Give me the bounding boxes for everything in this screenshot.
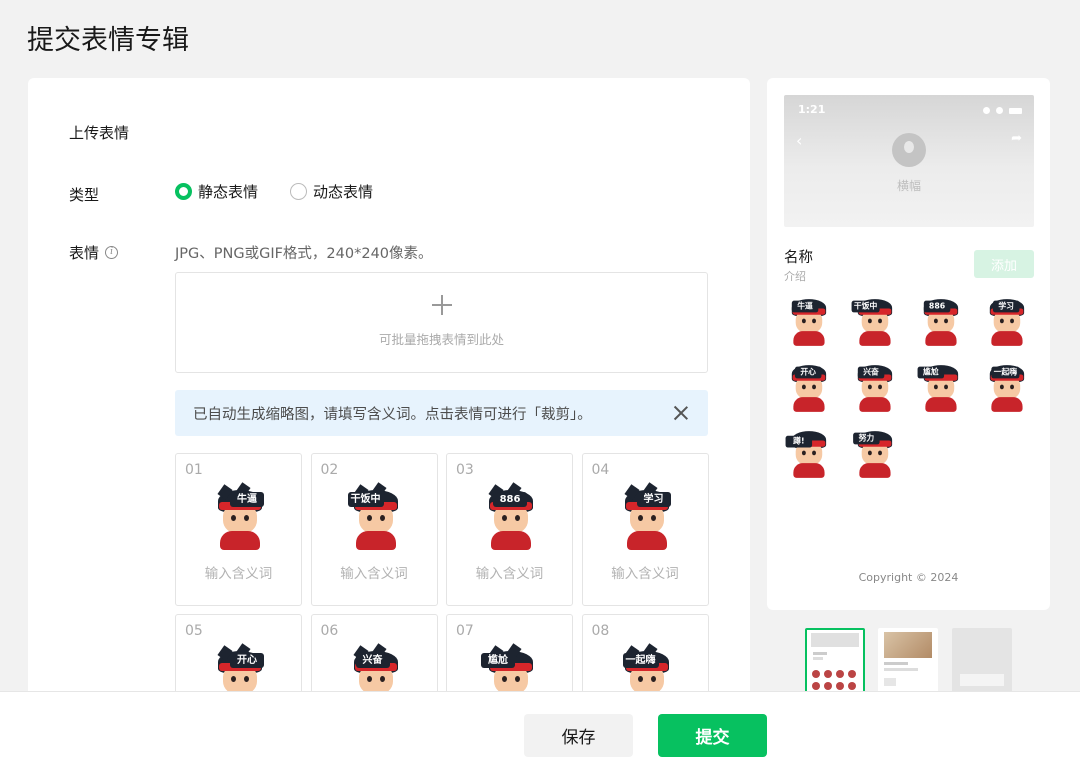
- preview-sticker-caption: 开心: [794, 366, 822, 379]
- battery-icon: [1009, 107, 1022, 114]
- preview-sticker: 开心: [784, 362, 834, 412]
- sticker-image[interactable]: 干饭中: [344, 482, 408, 550]
- sticker-caption: 牛逼: [230, 492, 264, 507]
- preview-sticker-caption: 886: [923, 300, 951, 313]
- preview-sticker: 兴奋: [850, 362, 900, 412]
- sticker-cell[interactable]: 01 牛逼: [175, 453, 302, 606]
- plus-icon: [432, 295, 452, 315]
- submit-button[interactable]: 提交: [658, 714, 767, 757]
- radio-animated[interactable]: 动态表情: [290, 181, 373, 202]
- meaning-input[interactable]: [186, 566, 291, 582]
- sticker-number: 06: [320, 623, 339, 639]
- preview-sticker-caption: 一起嗨: [991, 366, 1020, 379]
- upload-dropzone[interactable]: 可批量拖拽表情到此处: [175, 272, 708, 373]
- sticker-label-row: 表情 i: [69, 242, 119, 263]
- meaning-input[interactable]: [321, 566, 427, 582]
- share-icon: ➦: [1011, 131, 1022, 146]
- save-button[interactable]: 保存: [524, 714, 633, 757]
- sticker-number: 04: [591, 462, 610, 478]
- radio-static-dot[interactable]: [175, 183, 192, 200]
- preview-sticker: 学习: [982, 296, 1032, 346]
- sticker-number: 01: [185, 462, 203, 478]
- sticker-number: 05: [185, 623, 203, 639]
- page-title: 提交表情专辑: [27, 25, 189, 56]
- phone-time: 1:21: [798, 103, 826, 116]
- preview-sticker: 牛逼: [784, 296, 834, 346]
- bottom-action-bar: 保存 提交: [0, 691, 1080, 774]
- wifi-icon: [996, 107, 1003, 114]
- sticker-grid: 01 牛逼 02 干饭中 03: [175, 453, 709, 718]
- preview-intro: 介绍: [784, 270, 806, 283]
- close-icon[interactable]: [674, 406, 688, 420]
- dropzone-hint: 可批量拖拽表情到此处: [378, 332, 504, 347]
- banner-label: 横幅: [896, 179, 921, 193]
- type-label: 类型: [69, 186, 100, 204]
- sticker-label: 表情: [69, 244, 100, 262]
- sticker-number: 03: [456, 462, 474, 478]
- radio-static[interactable]: 静态表情: [175, 181, 258, 202]
- sticker-caption: 886: [493, 492, 527, 507]
- preview-sticker-grid: 牛逼 干饭中 886 学习 开心 兴奋 尴尬 一起嗨 蹲! 努力: [784, 296, 1032, 478]
- sticker-number: 02: [320, 462, 339, 478]
- radio-animated-label: 动态表情: [313, 183, 374, 201]
- preview-sticker: 一起嗨: [982, 362, 1032, 412]
- meaning-input[interactable]: [457, 566, 562, 582]
- preview-sticker: 886: [916, 296, 966, 346]
- section-title: 上传表情: [69, 124, 130, 142]
- preview-sticker: 尴尬: [916, 362, 966, 412]
- sticker-cell[interactable]: 04 学习: [581, 453, 709, 606]
- add-button[interactable]: 添加: [974, 250, 1034, 278]
- copyright: Copyright © 2024: [858, 571, 959, 584]
- tip-bar: 已自动生成缩略图，请填写含义词。点击表情可进行「裁剪」。: [175, 390, 708, 436]
- sticker-image[interactable]: 牛逼: [208, 482, 272, 550]
- preview-card: 1:21 ‹ ➦ 横幅 名称 介绍 添加 牛逼 干饭中 886 学习 开心 兴奋…: [767, 78, 1050, 610]
- sticker-caption: 干饭中: [347, 492, 384, 507]
- upload-form-card: 上传表情 类型 静态表情 动态表情 表情 i JPG、PNG或GIF格式，240…: [28, 78, 750, 718]
- sticker-image[interactable]: 886: [479, 482, 543, 550]
- sticker-caption: 兴奋: [355, 653, 390, 668]
- back-arrow-icon: ‹: [796, 131, 803, 150]
- sticker-caption: 一起嗨: [622, 653, 659, 668]
- sticker-caption: 学习: [636, 492, 671, 507]
- preview-sticker-caption: 兴奋: [857, 366, 885, 379]
- sticker-caption: 开心: [230, 653, 264, 668]
- preview-thumbnail-chat[interactable]: [952, 628, 1012, 694]
- preview-name: 名称: [784, 250, 813, 266]
- chat-bubble-icon: [892, 133, 926, 167]
- meaning-input[interactable]: [592, 566, 698, 582]
- signal-icon: [983, 107, 990, 114]
- preview-sticker-caption: 努力: [853, 432, 880, 445]
- sticker-number: 07: [456, 623, 474, 639]
- sticker-image[interactable]: 学习: [615, 482, 679, 550]
- preview-sticker-caption: 尴尬: [917, 366, 945, 379]
- phone-status-icons: [983, 107, 1022, 114]
- preview-thumbnail-detail[interactable]: [805, 628, 865, 694]
- preview-sticker-caption: 牛逼: [791, 300, 819, 313]
- phone-banner-preview: 1:21 ‹ ➦ 横幅: [784, 95, 1034, 227]
- preview-sticker: 努力: [850, 428, 900, 478]
- radio-static-label: 静态表情: [198, 183, 259, 201]
- preview-thumbnail-banner[interactable]: [878, 628, 938, 694]
- sticker-number: 08: [591, 623, 610, 639]
- tip-text: 已自动生成缩略图，请填写含义词。点击表情可进行「裁剪」。: [193, 407, 592, 423]
- sticker-cell[interactable]: 03 886: [446, 453, 573, 606]
- preview-sticker: 干饭中: [850, 296, 900, 346]
- sticker-caption: 尴尬: [481, 653, 515, 668]
- info-icon[interactable]: i: [105, 246, 119, 259]
- radio-animated-dot[interactable]: [290, 183, 308, 200]
- preview-sticker-caption: 干饭中: [851, 300, 880, 313]
- type-radio-group: 静态表情 动态表情: [175, 181, 373, 202]
- format-hint: JPG、PNG或GIF格式，240*240像素。: [175, 246, 433, 262]
- preview-sticker-caption: 学习: [992, 300, 1020, 313]
- preview-sticker: 蹲!: [784, 428, 834, 478]
- sticker-cell[interactable]: 02 干饭中: [310, 453, 438, 606]
- preview-sticker-caption: 蹲!: [785, 435, 813, 448]
